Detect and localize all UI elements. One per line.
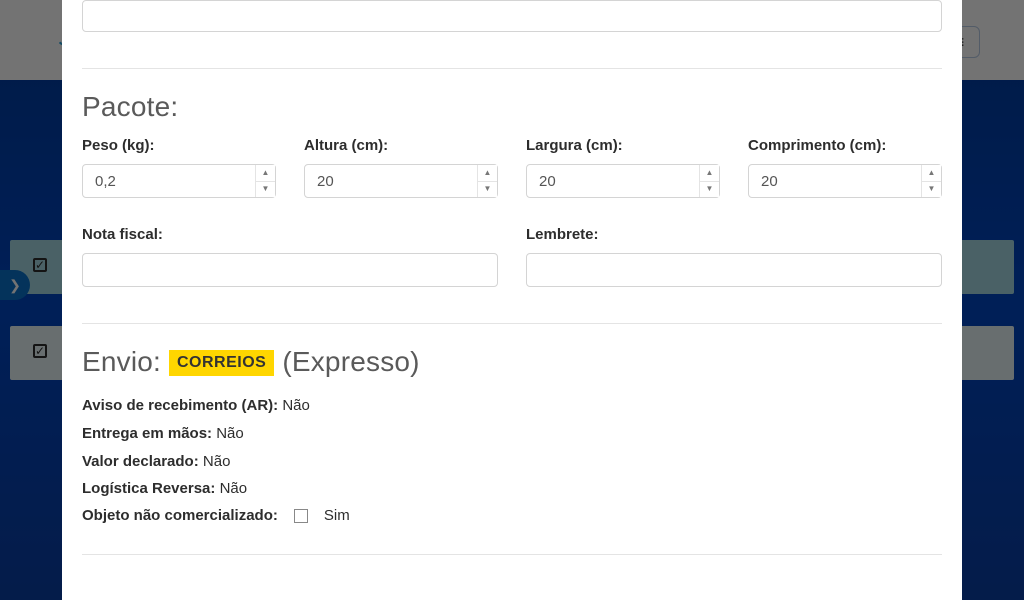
- divider: [82, 68, 942, 69]
- length-input[interactable]: [748, 164, 942, 198]
- invoice-input[interactable]: [82, 253, 498, 287]
- height-label: Altura (cm):: [304, 137, 498, 154]
- ar-label: Aviso de recebimento (AR):: [82, 397, 278, 414]
- declared-value: Não: [203, 453, 231, 470]
- noncommercial-checkbox-label: Sim: [324, 507, 350, 524]
- divider: [82, 554, 942, 555]
- width-step-down-button[interactable]: ▼: [700, 182, 719, 198]
- weight-step-up-button[interactable]: ▲: [256, 165, 275, 182]
- height-step-down-button[interactable]: ▼: [478, 182, 497, 198]
- height-step-up-button[interactable]: ▲: [478, 165, 497, 182]
- length-step-up-button[interactable]: ▲: [922, 165, 941, 182]
- reverse-value: Não: [220, 480, 248, 497]
- weight-step-down-button[interactable]: ▼: [256, 182, 275, 198]
- shipping-prefix: Envio:: [82, 346, 169, 377]
- noncommercial-label: Objeto não comercializado:: [82, 507, 278, 524]
- hands-value: Não: [216, 425, 244, 442]
- declared-label: Valor declarado:: [82, 453, 199, 470]
- generic-text-input[interactable]: [82, 0, 942, 32]
- reverse-label: Logística Reversa:: [82, 480, 215, 497]
- height-input[interactable]: [304, 164, 498, 198]
- section-title-package: Pacote:: [82, 91, 942, 123]
- noncommercial-checkbox[interactable]: [294, 509, 308, 523]
- length-label: Comprimento (cm):: [748, 137, 942, 154]
- length-step-down-button[interactable]: ▼: [922, 182, 941, 198]
- reminder-label: Lembrete:: [526, 226, 942, 243]
- ar-value: Não: [282, 397, 310, 414]
- invoice-label: Nota fiscal:: [82, 226, 498, 243]
- width-input[interactable]: [526, 164, 720, 198]
- reminder-input[interactable]: [526, 253, 942, 287]
- carrier-badge: CORREIOS: [169, 350, 274, 376]
- width-step-up-button[interactable]: ▲: [700, 165, 719, 182]
- width-label: Largura (cm):: [526, 137, 720, 154]
- divider: [82, 323, 942, 324]
- shipment-edit-modal: Pacote: Peso (kg): ▲ ▼ Altura (cm): ▲ ▼: [62, 0, 962, 600]
- shipping-suffix: (Expresso): [282, 346, 419, 377]
- weight-input[interactable]: [82, 164, 276, 198]
- hands-label: Entrega em mãos:: [82, 425, 212, 442]
- section-title-shipping: Envio: CORREIOS (Expresso): [82, 346, 942, 378]
- weight-label: Peso (kg):: [82, 137, 276, 154]
